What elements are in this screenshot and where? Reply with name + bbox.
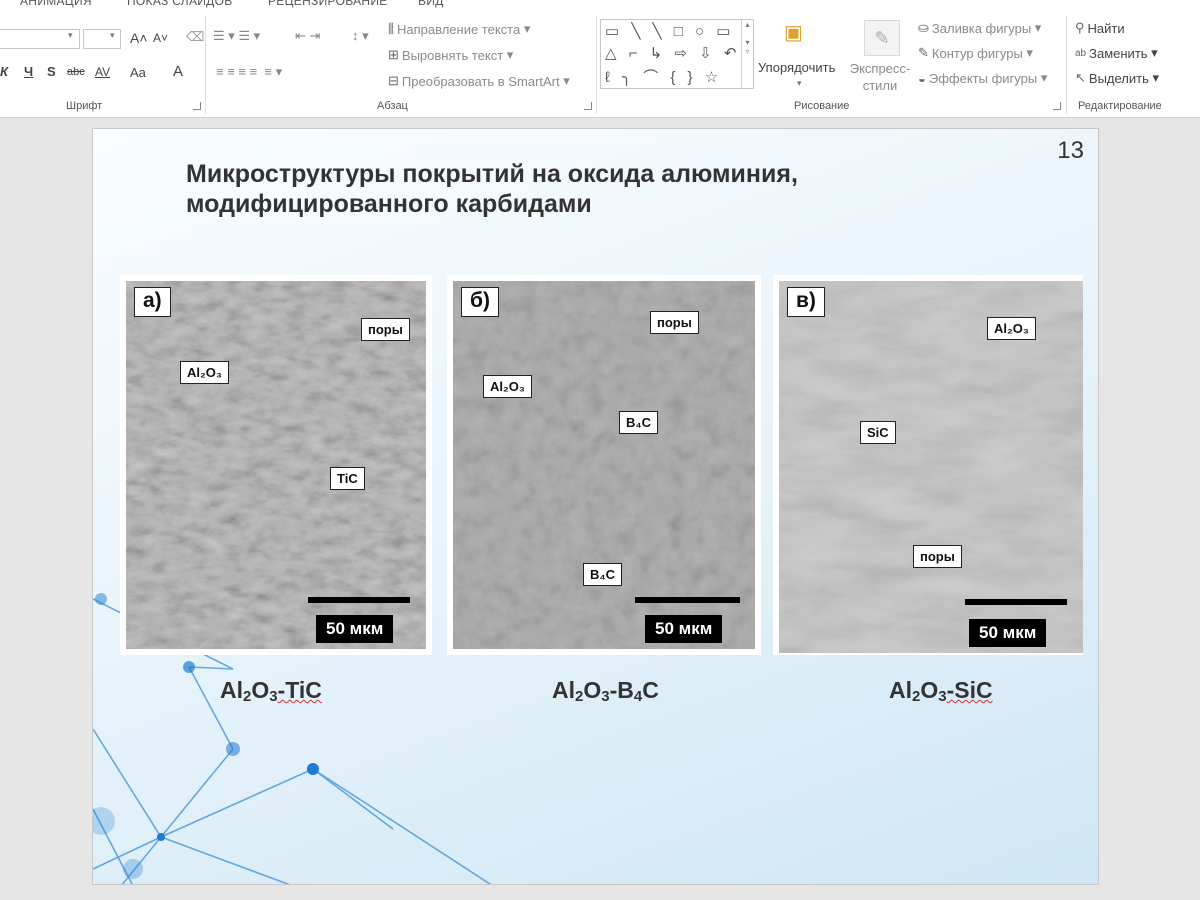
indent-icon[interactable]: ⇤ ⇥ (295, 28, 320, 44)
slide[interactable]: 13 Микроструктуры покрытий на оксида алю… (92, 128, 1099, 885)
pencil-icon: ✎ (918, 45, 929, 60)
chevron-down-icon[interactable]: ▾ (68, 30, 73, 41)
slide-number: 13 (1057, 137, 1084, 164)
pores-label: поры (361, 318, 410, 341)
b4c-label: B₄C (583, 563, 622, 586)
panel-letter: а) (134, 287, 171, 317)
title-line: модифицированного карбидами (186, 190, 592, 218)
shape-outline-button[interactable]: ✎ Контур фигуры ▾ (918, 45, 1033, 61)
caption-al2o3-sic[interactable]: Al2O3-SiC (889, 677, 993, 705)
font-color-button[interactable]: A (173, 63, 183, 80)
replace-icon: ab (1075, 47, 1087, 59)
font-dialog-launcher[interactable] (193, 102, 201, 110)
tab-review[interactable]: РЕЦЕНЗИРОВАНИЕ (268, 0, 388, 8)
convert-smartart-button[interactable]: ⊟ Преобразовать в SmartArt ▾ (388, 73, 570, 89)
quick-styles-icon: ✎ (864, 20, 900, 56)
find-button[interactable]: ⚲ Найти (1075, 20, 1125, 36)
text-direction-icon: ⫼ (388, 21, 394, 36)
paint-bucket-icon: ⛀ (918, 20, 929, 35)
scale-bar (635, 597, 740, 603)
al2o3-label: Al₂O₃ (483, 375, 532, 398)
scale-bar (965, 599, 1067, 605)
font-size-box[interactable] (83, 29, 121, 49)
sic-label: SiC (860, 421, 896, 444)
line-spacing-icon[interactable]: ↕ ▾ (352, 28, 369, 44)
tab-animation[interactable]: АНИМАЦИЯ (20, 0, 92, 8)
separator (205, 16, 206, 114)
separator (596, 16, 597, 114)
font-group-label: Шрифт (66, 100, 103, 112)
bullets-icon[interactable]: ☰ ▾ ☰ ▾ (213, 28, 260, 44)
align-icons[interactable]: ≡ ≡ ≡ ≡ ≡ ▾ (216, 64, 282, 80)
pores-label: поры (650, 311, 699, 334)
paragraph-group-label: Абзац (377, 100, 408, 112)
arrange-button[interactable]: Упорядочить (758, 60, 835, 75)
change-case-button[interactable]: Aa (130, 65, 146, 80)
cursor-icon: ↖ (1075, 70, 1086, 85)
italic-button[interactable]: К (0, 64, 8, 79)
shapes-gallery[interactable]: ▭ ╲ ╲ □ ○ ▭ △ ⌐ ↳ ⇨ ⇩ ↶ ℓ ╮ ⌒ { } ☆ ▴ ▾ ▿ (600, 19, 754, 89)
editing-group-label: Редактирование (1078, 100, 1162, 112)
text-direction-button[interactable]: ⫼ Направление текста ▾ (388, 21, 530, 37)
micrograph-panel-a[interactable]: а) поры Al₂O₃ TiC 50 мкм (120, 275, 432, 655)
chevron-down-icon[interactable]: ▾ (110, 30, 115, 41)
strikethrough-button[interactable]: abc (67, 66, 85, 78)
shape-effects-button[interactable]: ◒ Эффекты фигуры ▾ (918, 70, 1047, 86)
effects-icon: ◒ (918, 70, 926, 86)
al2o3-label: Al₂O₃ (180, 361, 229, 384)
caption-al2o3-b4c[interactable]: Al2O3-B4C (552, 677, 659, 705)
align-text-icon: ⊞ (388, 47, 399, 62)
separator (1066, 16, 1067, 114)
panel-letter: б) (461, 287, 499, 317)
tab-slideshow[interactable]: ПОКАЗ СЛАЙДОВ (127, 0, 233, 8)
gallery-scroll[interactable]: ▴ ▾ ▿ (741, 20, 753, 88)
micrograph-image (779, 281, 1083, 653)
align-text-button[interactable]: ⊞ Выровнять текст ▾ (388, 47, 513, 63)
ribbon: АНИМАЦИЯ ПОКАЗ СЛАЙДОВ РЕЦЕНЗИРОВАНИЕ ВИ… (0, 0, 1200, 118)
scale-text: 50 мкм (645, 615, 723, 643)
smartart-icon: ⊟ (388, 73, 399, 88)
shadow-button[interactable]: S (47, 64, 56, 79)
select-button[interactable]: ↖ Выделить ▾ (1075, 70, 1159, 86)
shapes-row: ℓ ╮ ⌒ { } ☆ (605, 69, 723, 86)
drawing-group-label: Рисование (794, 100, 850, 112)
shapes-row: ▭ ╲ ╲ □ ○ ▭ (605, 23, 735, 40)
underline-button[interactable]: Ч (24, 64, 33, 79)
shapes-row: △ ⌐ ↳ ⇨ ⇩ ↶ (605, 45, 741, 62)
scale-text: 50 мкм (316, 615, 394, 643)
al2o3-label: Al₂O₃ (987, 317, 1036, 340)
micrograph-panel-c[interactable]: в) Al₂O₃ SiC поры 50 мкм (773, 275, 1083, 655)
panel-letter: в) (787, 287, 825, 317)
paragraph-dialog-launcher[interactable] (584, 102, 592, 110)
chevron-down-icon: ▾ (797, 78, 802, 88)
drawing-dialog-launcher[interactable] (1053, 102, 1061, 110)
tic-label: TiC (330, 467, 365, 490)
scale-bar (308, 597, 410, 603)
scale-text: 50 мкм (969, 619, 1047, 647)
quick-styles-button[interactable]: Экспресс-стили (847, 60, 913, 94)
tab-view[interactable]: ВИД (418, 0, 444, 8)
arrange-icon: ▣ (784, 22, 803, 44)
title-line: Микроструктуры покрытий на оксида алюмин… (186, 160, 798, 188)
caption-al2o3-tic[interactable]: Al2O3-TiC (220, 677, 322, 705)
binoculars-icon: ⚲ (1075, 20, 1085, 35)
slide-title[interactable]: Микроструктуры покрытий на оксида алюмин… (186, 159, 986, 219)
replace-button[interactable]: ab Заменить ▾ (1075, 45, 1158, 61)
shape-fill-button[interactable]: ⛀ Заливка фигуры ▾ (918, 20, 1041, 36)
shrink-font-button[interactable]: A˅ (153, 31, 168, 45)
micrograph-image (453, 281, 755, 649)
b4c-label: B₄C (619, 411, 658, 434)
micrograph-panel-b[interactable]: б) поры Al₂O₃ B₄C B₄C 50 мкм (447, 275, 761, 655)
pores-label: поры (913, 545, 962, 568)
character-spacing-button[interactable]: AV (95, 65, 110, 79)
clear-format-icon[interactable]: ⌫ (186, 29, 204, 45)
grow-font-button[interactable]: A˄ (130, 30, 148, 46)
